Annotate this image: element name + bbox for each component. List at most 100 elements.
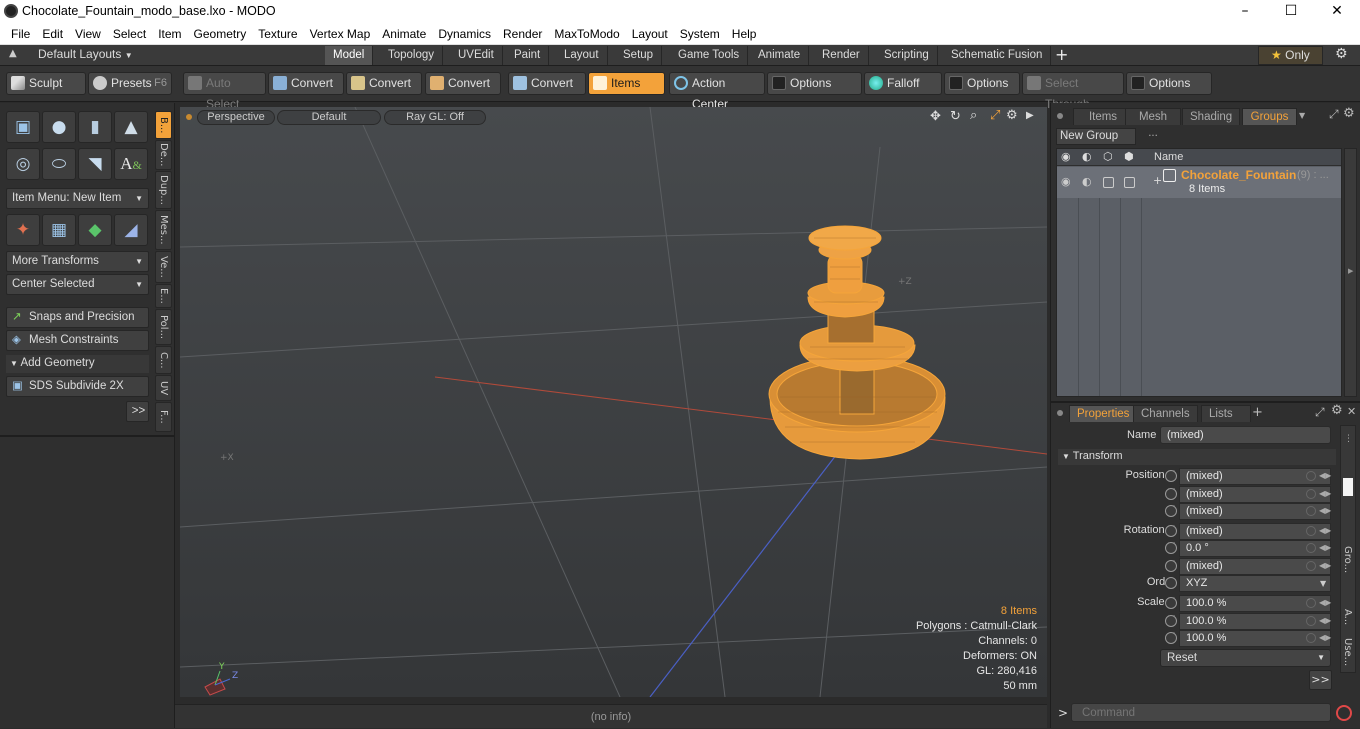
tab-uvedit[interactable]: UVEdit: [450, 46, 503, 65]
panel-gear-icon[interactable]: ⚙: [1343, 106, 1355, 121]
step-arrows-icon[interactable]: ◀▶: [1319, 561, 1331, 570]
side-tab-groups[interactable]: Gro...: [1342, 546, 1353, 573]
menu-select[interactable]: Select: [107, 23, 152, 44]
select-icon[interactable]: ⬢: [1124, 150, 1134, 163]
rotation-z-row[interactable]: Z(mixed)◀▶: [1051, 558, 1341, 575]
vtab-uv[interactable]: UV: [155, 375, 172, 401]
mesh-constraints-button[interactable]: ◈ Mesh Constraints: [6, 330, 149, 351]
keyframe-icon[interactable]: [1306, 598, 1316, 608]
raygl-toggle[interactable]: Ray GL: Off: [384, 110, 486, 125]
anim-dot[interactable]: [1165, 525, 1177, 537]
anim-dot[interactable]: [1165, 542, 1177, 554]
text-tool-button[interactable]: A&: [114, 148, 148, 180]
tab-animate[interactable]: Animate: [750, 46, 810, 65]
panel-expand-icon[interactable]: ⤢: [1329, 107, 1339, 122]
snaps-precision-button[interactable]: ↗ Snaps and Precision: [6, 307, 149, 328]
move-view-icon[interactable]: ✥: [930, 109, 941, 124]
items-button[interactable]: Items: [588, 72, 665, 95]
sds-subdivide-button[interactable]: ▣ SDS Subdivide 2X: [6, 376, 149, 397]
tab-dropdown-icon[interactable]: ▼: [1299, 111, 1305, 120]
falloff-options-button[interactable]: Options: [944, 72, 1020, 95]
anim-dot[interactable]: [1165, 632, 1177, 644]
tab-groups[interactable]: Groups: [1242, 108, 1297, 125]
fit-view-icon[interactable]: ⤢: [990, 108, 1000, 123]
row-eye-icon[interactable]: ◉: [1061, 175, 1071, 188]
vtab-curve[interactable]: C...: [155, 346, 172, 374]
row-select-box[interactable]: [1124, 177, 1135, 188]
tab-schematic-fusion[interactable]: Schematic Fusion: [943, 46, 1052, 65]
falloff-button[interactable]: Falloff: [864, 72, 942, 95]
add-tab-icon[interactable]: +: [1252, 405, 1263, 420]
default-layouts-dropdown[interactable]: Default Layouts ▼: [38, 47, 133, 61]
tab-setup[interactable]: Setup: [615, 46, 663, 65]
view-perspective-dropdown[interactable]: Perspective: [197, 110, 275, 125]
menu-system[interactable]: System: [674, 23, 726, 44]
transform-tool-button[interactable]: ✦: [6, 214, 40, 246]
vtab-polygon[interactable]: Pol...: [155, 309, 172, 345]
anim-dot[interactable]: [1165, 505, 1177, 517]
step-arrows-icon[interactable]: ◀▶: [1319, 633, 1331, 642]
menu-view[interactable]: View: [69, 23, 107, 44]
tab-model[interactable]: Model: [325, 46, 373, 65]
props-menu-dot[interactable]: [1057, 410, 1063, 416]
scale-x-row[interactable]: Scale X 100.0 % ◀▶: [1051, 595, 1341, 612]
close-button[interactable]: ✕: [1314, 0, 1360, 23]
viewport-menu-dot[interactable]: [186, 114, 192, 120]
step-arrows-icon[interactable]: ◀▶: [1319, 526, 1331, 535]
menu-item[interactable]: Item: [152, 23, 187, 44]
convert-button-1[interactable]: Convert: [268, 72, 344, 95]
sphere-tool-button[interactable]: ●: [42, 111, 76, 143]
presets-button[interactable]: Presets F6: [88, 72, 172, 95]
layout-collapse-icon[interactable]: ▲: [9, 48, 17, 59]
render-icon[interactable]: ◐: [1082, 150, 1092, 163]
menu-file[interactable]: File: [5, 23, 36, 44]
add-tab-icon[interactable]: +: [1055, 45, 1068, 64]
menu-vertex-map[interactable]: Vertex Map: [304, 23, 377, 44]
auto-select-button[interactable]: Auto Select: [183, 72, 266, 111]
convert-button-3[interactable]: Convert: [425, 72, 501, 95]
rotate-view-icon[interactable]: ↻: [950, 109, 961, 124]
position-z-row[interactable]: Z(mixed)◀▶: [1051, 503, 1341, 520]
grid-tool-button[interactable]: ▦: [42, 214, 76, 246]
viewport-expand-icon[interactable]: ▶: [1026, 110, 1034, 121]
step-arrows-icon[interactable]: ◀▶: [1319, 489, 1331, 498]
tab-shading[interactable]: Shading: [1182, 108, 1240, 125]
side-tab-user[interactable]: Use...: [1342, 638, 1353, 666]
step-arrows-icon[interactable]: ◀▶: [1319, 506, 1331, 515]
tab-paint[interactable]: Paint: [506, 46, 550, 65]
keyframe-icon[interactable]: [1306, 633, 1316, 643]
vtab-fusion[interactable]: F...: [155, 402, 172, 432]
vtab-duplicate[interactable]: Dup...: [155, 171, 172, 209]
group-row[interactable]: ◉ ◐ + Chocolate_Fountain (9) : ... 8 Ite…: [1057, 167, 1341, 198]
select-through-button[interactable]: Select Through: [1022, 72, 1124, 111]
keyframe-icon[interactable]: [1306, 543, 1316, 553]
select-options-button[interactable]: Options: [1126, 72, 1212, 95]
tab-items[interactable]: Items: [1073, 108, 1133, 125]
action-center-button[interactable]: Action Center: [669, 72, 765, 111]
convert-button-4[interactable]: Convert: [508, 72, 586, 95]
capsule-tool-button[interactable]: ⬭: [42, 148, 76, 180]
groups-scrollbar[interactable]: ▶: [1344, 148, 1357, 397]
convert-button-2[interactable]: Convert: [346, 72, 422, 95]
cone-tool-button[interactable]: ▲: [114, 111, 148, 143]
step-arrows-icon[interactable]: ◀▶: [1319, 543, 1331, 552]
keyframe-icon[interactable]: [1306, 526, 1316, 536]
tab-topology[interactable]: Topology: [380, 46, 444, 65]
maximize-button[interactable]: ☐: [1268, 0, 1314, 23]
order-row[interactable]: Order XYZ ▼: [1051, 575, 1341, 592]
gear-icon[interactable]: ⚙: [1335, 46, 1348, 62]
tab-layout[interactable]: Layout: [556, 46, 608, 65]
row-lock-box[interactable]: [1103, 177, 1114, 188]
eye-icon[interactable]: ◉: [1061, 150, 1071, 163]
props-close-icon[interactable]: ✕: [1347, 405, 1356, 418]
anim-dot[interactable]: [1165, 597, 1177, 609]
plane-tool-button[interactable]: ◢: [114, 214, 148, 246]
panel-menu-dot[interactable]: [1057, 113, 1063, 119]
zoom-view-icon[interactable]: ⌕: [970, 108, 977, 123]
side-tab-a[interactable]: A...: [1342, 609, 1353, 625]
keyframe-icon[interactable]: [1306, 506, 1316, 516]
rotation-x-row[interactable]: Rotation X (mixed) ◀▶: [1051, 523, 1341, 540]
tab-mesh[interactable]: Mesh ...: [1125, 108, 1181, 139]
rotation-y-row[interactable]: Y0.0 °◀▶: [1051, 540, 1341, 557]
expand-plus-icon[interactable]: +: [1153, 174, 1162, 187]
